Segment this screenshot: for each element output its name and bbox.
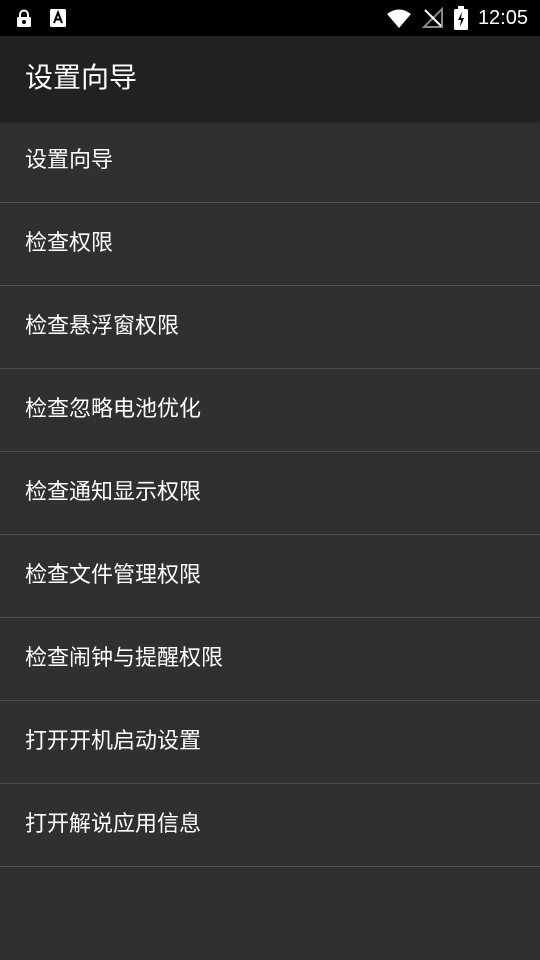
menu-item-check-overlay-permission[interactable]: 检查悬浮窗权限 (0, 286, 540, 369)
menu-item-label: 检查权限 (25, 231, 114, 256)
status-time: 12:05 (477, 7, 528, 29)
a-notification-icon (50, 9, 66, 27)
page-title: 设置向导 (25, 61, 138, 94)
lock-notification-icon (16, 9, 32, 27)
status-bar: 12:05 (0, 0, 540, 36)
menu-item-label: 检查忽略电池优化 (25, 397, 202, 422)
menu-item-check-file-permission[interactable]: 检查文件管理权限 (0, 535, 540, 618)
menu-item-label: 检查文件管理权限 (25, 563, 202, 588)
battery-charging-icon (453, 6, 468, 30)
app-bar: 设置向导 (0, 36, 540, 120)
menu-item-label: 打开开机启动设置 (25, 729, 202, 754)
menu-item-check-permissions[interactable]: 检查权限 (0, 203, 540, 286)
menu-item-setup-wizard[interactable]: 设置向导 (0, 120, 540, 203)
no-sim-icon (421, 7, 444, 29)
notification-icons (16, 8, 66, 28)
menu-item-label: 检查通知显示权限 (25, 480, 202, 505)
menu-item-check-notification-permission[interactable]: 检查通知显示权限 (0, 452, 540, 535)
menu-item-check-battery-optimization[interactable]: 检查忽略电池优化 (0, 369, 540, 452)
menu-item-label: 打开解说应用信息 (25, 812, 202, 837)
menu-item-open-app-info[interactable]: 打开解说应用信息 (0, 784, 540, 867)
menu-item-label: 检查悬浮窗权限 (25, 314, 180, 339)
settings-menu-list: 设置向导 检查权限 检查悬浮窗权限 检查忽略电池优化 检查通知显示权限 检查文件… (0, 120, 540, 867)
system-icons: 12:05 (386, 6, 528, 30)
wifi-icon (386, 8, 412, 28)
menu-item-open-autostart-settings[interactable]: 打开开机启动设置 (0, 701, 540, 784)
menu-item-check-alarm-permission[interactable]: 检查闹钟与提醒权限 (0, 618, 540, 701)
menu-item-label: 设置向导 (25, 148, 114, 173)
menu-item-label: 检查闹钟与提醒权限 (25, 646, 224, 671)
